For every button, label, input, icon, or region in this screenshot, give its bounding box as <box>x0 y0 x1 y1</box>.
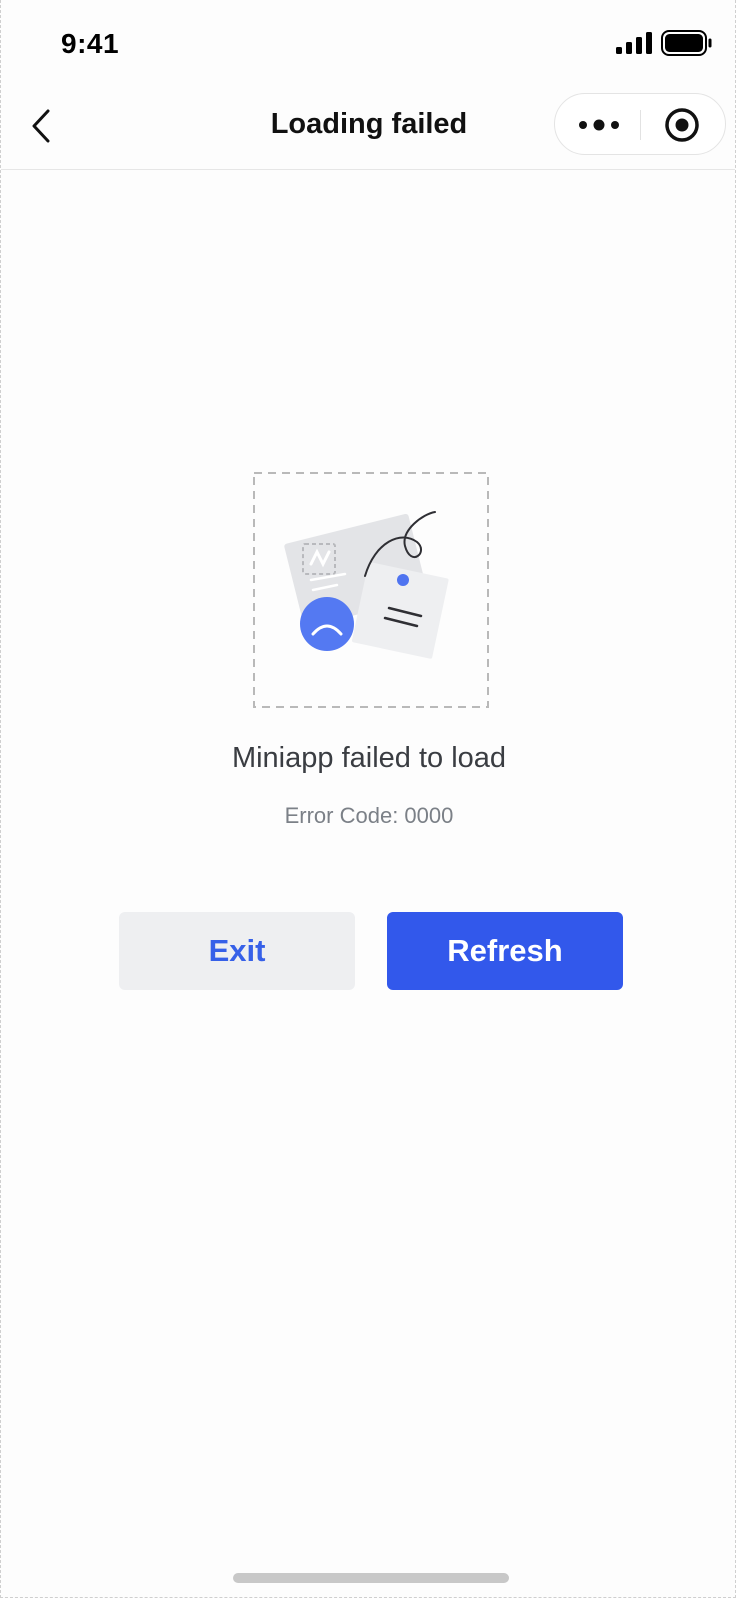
failure-message: Miniapp failed to load <box>231 742 507 774</box>
error-code: Error Code: 0000 <box>284 803 454 828</box>
phone-screen: 9:41 Loading failed Miniapp failed to lo… <box>0 0 736 1598</box>
home-indicator[interactable] <box>233 1573 509 1583</box>
status-time: 9:41 <box>61 28 120 59</box>
refresh-button[interactable]: Refresh <box>387 912 623 990</box>
exit-button[interactable]: Exit <box>119 912 355 990</box>
more-dots-icon[interactable] <box>575 112 623 138</box>
miniapp-capsule <box>554 93 726 155</box>
signal-icon <box>616 32 652 54</box>
nav-bar: Loading failed <box>1 88 735 170</box>
load-failed-illustration <box>253 472 489 708</box>
status-bar: 9:41 <box>1 0 735 88</box>
battery-icon <box>661 30 712 56</box>
target-circle-icon[interactable] <box>663 106 701 144</box>
capsule-divider <box>640 110 641 140</box>
